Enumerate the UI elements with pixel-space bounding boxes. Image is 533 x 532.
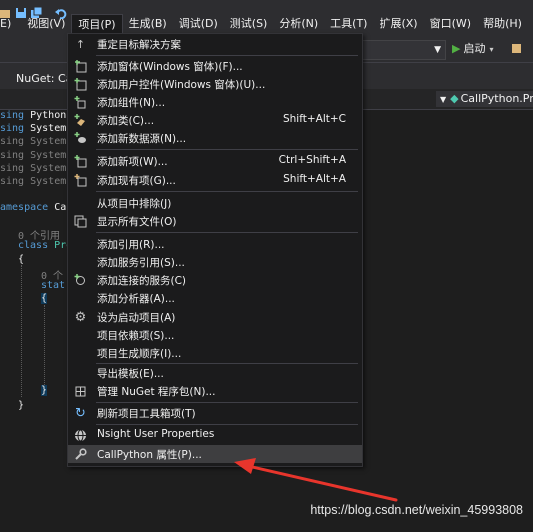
menu-tools[interactable]: 工具(T): [324, 14, 373, 34]
menu-item-add-connected-service[interactable]: 添加连接的服务(C): [68, 271, 362, 289]
menu-item-add-form[interactable]: 添加窗体(Windows 窗体)(F)...: [68, 57, 362, 75]
menu-item-add-existing-item[interactable]: 添加现有项(G)... Shift+Alt+A: [68, 171, 362, 189]
menu-item-add-new-item[interactable]: 添加新项(W)... Ctrl+Shift+A: [68, 152, 362, 170]
chevron-down-icon: ▼: [434, 45, 441, 55]
watermark-text: https://blog.csdn.net/weixin_45993808: [310, 503, 523, 517]
menu-separator: [96, 424, 358, 425]
add-new-item-icon: [74, 155, 87, 168]
menu-item-project-build-order[interactable]: 项目生成顺序(I)...: [68, 344, 362, 362]
project-menu: ↑ 重定目标解决方案 添加窗体(Windows 窗体)(F)... 添加用户控件…: [67, 33, 363, 467]
code-editor[interactable]: sing Python. sing System sing System. si…: [0, 110, 73, 420]
code-line: {: [18, 254, 25, 265]
open-folder-icon[interactable]: [0, 7, 12, 19]
menu-item-add-analyzer[interactable]: 添加分析器(A)...: [68, 289, 362, 307]
class-icon: ◆: [450, 92, 459, 105]
menu-item-add-user-control[interactable]: 添加用户控件(Windows 窗体)(U)...: [68, 75, 362, 93]
code-line: sing System.: [0, 163, 73, 174]
chevron-down-icon: ▼: [440, 95, 447, 104]
menu-analyze[interactable]: 分析(N): [273, 14, 324, 34]
menu-item-add-component[interactable]: 添加组件(N)...: [68, 93, 362, 111]
globe-icon: [74, 429, 87, 442]
menu-item-exclude-from-project[interactable]: 从项目中排除(J): [68, 194, 362, 212]
menu-separator: [96, 232, 358, 233]
show-all-files-icon: [74, 215, 87, 228]
add-component-icon: [74, 96, 87, 109]
code-line: sing System.: [0, 136, 73, 147]
start-dropdown-icon[interactable]: ▾: [489, 45, 493, 54]
menu-item-set-startup-project[interactable]: ⚙ 设为启动项目(A): [68, 308, 362, 326]
add-form-icon: [74, 60, 87, 73]
code-line: sing System.: [0, 150, 73, 161]
code-line: sing Python.: [0, 110, 73, 121]
menu-item-add-reference[interactable]: 添加引用(R)...: [68, 235, 362, 253]
add-class-icon: [74, 114, 87, 127]
menu-item-nsight-user-properties[interactable]: Nsight User Properties: [68, 426, 362, 444]
menu-build[interactable]: 生成(B): [123, 14, 173, 34]
undo-icon[interactable]: [55, 7, 67, 19]
menu-item-refresh-toolbox[interactable]: ↻ 刷新项目工具箱项(T): [68, 404, 362, 422]
start-button[interactable]: ▶ 启动 ▾: [452, 40, 493, 58]
menu-item-show-all-files[interactable]: 显示所有文件(O): [68, 212, 362, 230]
debug-target-icon[interactable]: [510, 42, 522, 54]
menu-window[interactable]: 窗口(W): [424, 14, 477, 34]
menu-help[interactable]: 帮助(H): [477, 14, 528, 34]
code-line: class Pro: [18, 240, 73, 251]
menu-debug[interactable]: 调试(D): [173, 14, 224, 34]
add-existing-item-icon: [74, 174, 87, 187]
menu-item-project-dependencies[interactable]: 项目依赖项(S)...: [68, 326, 362, 344]
code-line: amespace Cal: [0, 202, 73, 213]
navigation-combo-text: CallPython.Progr: [460, 92, 533, 105]
code-line: sing System: [0, 123, 67, 134]
code-line: stat: [41, 280, 66, 291]
start-button-label: 启动: [463, 42, 486, 55]
menu-item-project-properties[interactable]: CallPython 属性(P)...: [68, 445, 362, 463]
menu-separator: [96, 149, 358, 150]
refresh-icon: ↻: [75, 406, 86, 421]
tab-nuget[interactable]: NuGet: Ca: [0, 70, 72, 88]
menu-item-manage-nuget[interactable]: 管理 NuGet 程序包(N)...: [68, 382, 362, 400]
wrench-icon: [74, 448, 87, 461]
menu-item-retarget-solution[interactable]: ↑ 重定目标解决方案: [68, 35, 362, 53]
menu-item-export-template[interactable]: 导出模板(E)...: [68, 364, 362, 382]
arrow-up-icon: ↑: [75, 38, 86, 51]
menu-item-add-datasource[interactable]: 添加新数据源(N)...: [68, 129, 362, 147]
menu-separator: [96, 402, 358, 403]
code-line: {: [41, 293, 48, 304]
menu-extensions[interactable]: 扩展(X): [373, 14, 423, 34]
play-icon: ▶: [452, 42, 461, 55]
menu-bar: E) 视图(V) 项目(P) 生成(B) 调试(D) 测试(S) 分析(N) 工…: [0, 14, 533, 34]
config-combo[interactable]: ▼: [362, 40, 446, 60]
save-all-icon[interactable]: [31, 7, 43, 19]
code-line: sing System.: [0, 176, 73, 187]
indent-guide: [44, 305, 45, 385]
window-top-strip: [0, 0, 533, 14]
indent-guide: [21, 265, 22, 397]
code-line: }: [41, 385, 48, 396]
code-line: }: [18, 400, 25, 411]
menu-separator: [96, 55, 358, 56]
save-icon[interactable]: [15, 7, 27, 19]
add-user-control-icon: [74, 78, 87, 91]
menu-item-add-class[interactable]: 添加类(C)... Shift+Alt+C: [68, 111, 362, 129]
menu-separator: [96, 191, 358, 192]
menu-project[interactable]: 项目(P): [71, 14, 123, 34]
nuget-icon: [74, 385, 87, 398]
member-navigation-combo[interactable]: ▼◆CallPython.Progr: [436, 91, 533, 107]
menu-item-add-service-reference[interactable]: 添加服务引用(S)...: [68, 253, 362, 271]
add-datasource-icon: [74, 132, 87, 145]
gear-icon: ⚙: [74, 310, 87, 325]
connected-service-icon: [74, 274, 87, 287]
menu-test[interactable]: 测试(S): [224, 14, 274, 34]
